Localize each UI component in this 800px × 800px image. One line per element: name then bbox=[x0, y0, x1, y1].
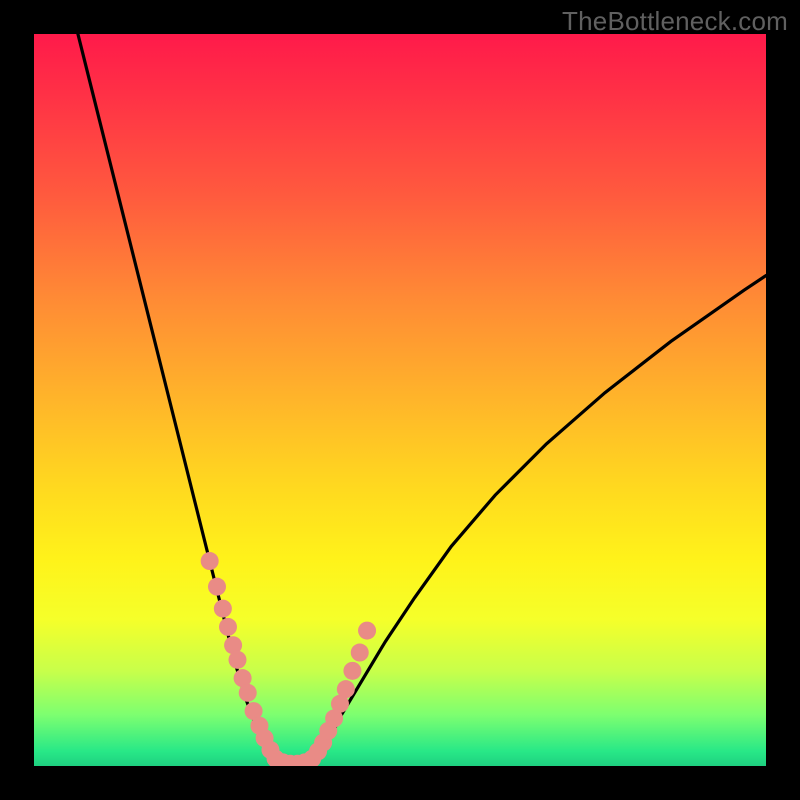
v-curve-path bbox=[78, 34, 766, 766]
marker-dot bbox=[208, 578, 226, 596]
marker-dot bbox=[219, 618, 237, 636]
marker-dots bbox=[201, 552, 376, 766]
plot-area bbox=[34, 34, 766, 766]
marker-dot bbox=[351, 644, 369, 662]
marker-dot bbox=[337, 680, 355, 698]
marker-dot bbox=[214, 600, 232, 618]
marker-dot bbox=[343, 662, 361, 680]
chart-frame: TheBottleneck.com bbox=[0, 0, 800, 800]
marker-dot bbox=[358, 622, 376, 640]
curve-group bbox=[78, 34, 766, 766]
watermark-text: TheBottleneck.com bbox=[562, 6, 788, 37]
marker-dot bbox=[229, 651, 247, 669]
marker-dot bbox=[239, 684, 257, 702]
chart-overlay bbox=[34, 34, 766, 766]
marker-dot bbox=[201, 552, 219, 570]
